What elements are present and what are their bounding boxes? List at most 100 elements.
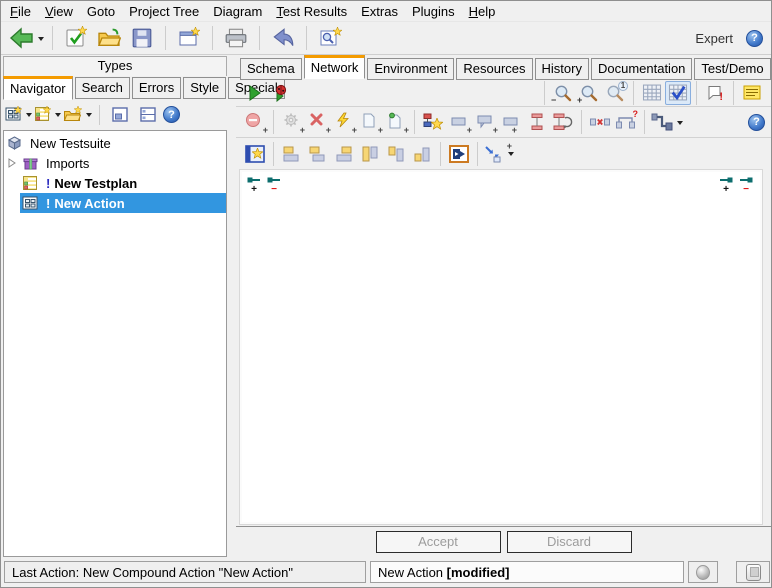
- action-grid-icon: [22, 195, 39, 211]
- connector-style-button[interactable]: [650, 110, 683, 134]
- menu-bar: File View Goto Project Tree Diagram Test…: [1, 1, 771, 21]
- pipe-connector-icon: [650, 112, 674, 132]
- open-folder-icon: [97, 27, 121, 49]
- add-start-action-button[interactable]: +: [383, 110, 409, 134]
- grid-check-icon: [668, 84, 688, 101]
- zoom-in-button[interactable]: +: [576, 81, 602, 105]
- align-top-button[interactable]: [357, 142, 383, 166]
- tab-network[interactable]: Network: [304, 55, 366, 79]
- tab-schema[interactable]: Schema: [240, 58, 302, 80]
- debug-button[interactable]: [268, 81, 294, 105]
- editor-tab-bar: Schema Network Environment Resources His…: [236, 55, 771, 79]
- arrows-connect-icon: [483, 144, 505, 164]
- menu-file[interactable]: File: [3, 3, 38, 20]
- tab-history[interactable]: History: [535, 58, 589, 80]
- network-canvas[interactable]: + − + −: [239, 169, 763, 525]
- tab-errors[interactable]: Errors: [132, 77, 181, 99]
- io-pins-button[interactable]: [446, 142, 472, 166]
- add-compound-action-button[interactable]: [420, 110, 446, 134]
- vertical-connector-button[interactable]: [524, 110, 550, 134]
- menu-help[interactable]: Help: [462, 3, 503, 20]
- menu-diagram[interactable]: Diagram: [206, 3, 269, 20]
- network-toolbar-run: − + 1 !: [236, 79, 771, 107]
- zoom-out-button[interactable]: −: [550, 81, 576, 105]
- align-left-button[interactable]: [279, 142, 305, 166]
- tab-search[interactable]: Search: [75, 77, 130, 99]
- align-bottom-button[interactable]: [409, 142, 435, 166]
- help-icon[interactable]: ?: [163, 106, 180, 123]
- tab-test-demo[interactable]: Test/Demo: [694, 58, 770, 80]
- notes-icon: [742, 84, 762, 101]
- align-center-h-button[interactable]: [305, 142, 331, 166]
- menu-test-results[interactable]: Test Results: [269, 3, 354, 20]
- show-detail-pane-button[interactable]: [107, 103, 133, 127]
- remove-connection-button[interactable]: [587, 110, 613, 134]
- navigator-toolbar: ?: [1, 99, 229, 130]
- add-output-pin-button[interactable]: +: [718, 175, 734, 197]
- testplan-icon: [22, 175, 39, 191]
- tree-item-imports[interactable]: Imports: [4, 153, 226, 173]
- remove-input-pin-button[interactable]: −: [266, 175, 282, 197]
- snap-to-grid-button[interactable]: [665, 81, 691, 105]
- tab-documentation[interactable]: Documentation: [591, 58, 692, 80]
- project-tree[interactable]: New Testsuite Imports !: [3, 130, 227, 557]
- show-tree-pane-button[interactable]: [135, 103, 161, 127]
- remove-element-button[interactable]: +: [242, 110, 268, 134]
- new-testplan-menu-button[interactable]: [34, 103, 61, 127]
- add-gear-action-button[interactable]: +: [279, 110, 305, 134]
- new-action-menu-button[interactable]: [5, 103, 32, 127]
- help-icon[interactable]: ?: [748, 114, 765, 131]
- tab-style[interactable]: Style: [183, 77, 226, 99]
- add-input-pin-button[interactable]: +: [246, 175, 262, 197]
- help-icon[interactable]: ?: [746, 30, 763, 47]
- show-grid-button[interactable]: [639, 81, 665, 105]
- tree-item-label: New Testsuite: [30, 136, 111, 151]
- expander-icon[interactable]: [4, 158, 20, 168]
- tree-item-action-selected[interactable]: ! New Action: [4, 193, 226, 213]
- settings-browser-button[interactable]: [315, 24, 345, 52]
- run-button[interactable]: [242, 81, 268, 105]
- add-trigger-action-button[interactable]: +: [331, 110, 357, 134]
- tab-resources[interactable]: Resources: [456, 58, 532, 80]
- query-connection-button[interactable]: ?: [613, 110, 639, 134]
- types-panel: Types Navigator Search Errors Style Spec…: [1, 55, 229, 557]
- add-block-below-button[interactable]: +: [498, 110, 524, 134]
- add-abort-action-button[interactable]: +: [305, 110, 331, 134]
- menu-view[interactable]: View: [38, 3, 80, 20]
- discard-button[interactable]: Discard: [507, 531, 632, 553]
- menu-extras[interactable]: Extras: [354, 3, 405, 20]
- tree-item-testsuite[interactable]: New Testsuite: [4, 133, 226, 153]
- print-button[interactable]: [221, 24, 251, 52]
- zoom-reset-button[interactable]: 1: [602, 81, 628, 105]
- editor-panel: Schema Network Environment Resources His…: [236, 55, 771, 557]
- undo-arrow-icon: [271, 27, 295, 49]
- auto-connect-button[interactable]: +: [483, 142, 514, 166]
- back-button[interactable]: [9, 24, 44, 52]
- add-page-action-button[interactable]: +: [357, 110, 383, 134]
- menu-plugins[interactable]: Plugins: [405, 3, 462, 20]
- menu-goto[interactable]: Goto: [80, 3, 122, 20]
- save-button[interactable]: [127, 24, 157, 52]
- open-button[interactable]: [94, 24, 124, 52]
- undo-button[interactable]: [268, 24, 298, 52]
- align-middle-button[interactable]: [383, 142, 409, 166]
- new-window-button[interactable]: [174, 24, 204, 52]
- document-status: New Action [modified]: [370, 561, 684, 583]
- tab-environment[interactable]: Environment: [367, 58, 454, 80]
- show-comments-button[interactable]: [739, 81, 765, 105]
- new-check-button[interactable]: [61, 24, 91, 52]
- menu-project-tree[interactable]: Project Tree: [122, 3, 206, 20]
- add-block-button[interactable]: +: [446, 110, 472, 134]
- add-annotation-button[interactable]: +: [472, 110, 498, 134]
- modified-badge: [modified]: [447, 565, 510, 580]
- pin-editor-button[interactable]: [242, 142, 268, 166]
- accept-button[interactable]: Accept: [376, 531, 501, 553]
- tree-item-testplan[interactable]: ! New Testplan: [4, 173, 226, 193]
- align-right-button[interactable]: [331, 142, 357, 166]
- show-warnings-button[interactable]: !: [702, 81, 728, 105]
- tab-navigator[interactable]: Navigator: [3, 76, 73, 100]
- loop-connector-button[interactable]: [550, 110, 576, 134]
- new-folder-menu-button[interactable]: [63, 103, 92, 127]
- remove-output-pin-button[interactable]: −: [738, 175, 754, 197]
- panel-splitter[interactable]: [229, 55, 236, 557]
